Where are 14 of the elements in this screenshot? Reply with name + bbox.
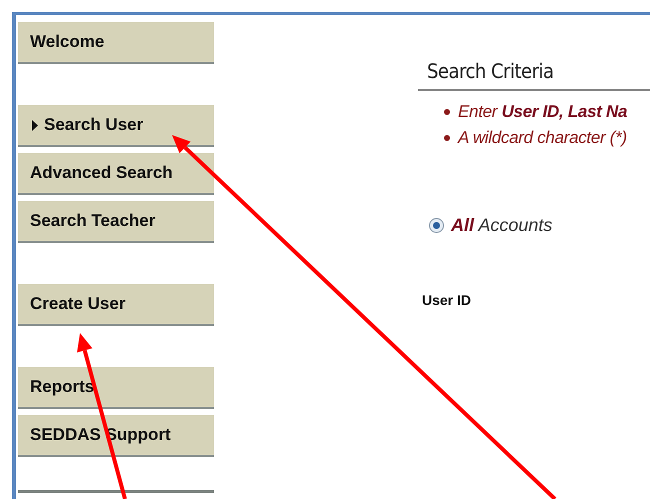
sidebar-item[interactable]: Search Teacher [18,201,214,243]
sidebar-item[interactable]: Advanced Search [18,153,214,195]
radio-label: All Accounts [451,215,552,236]
sidebar-item[interactable]: Welcome [18,22,214,64]
bullet-icon [444,109,450,115]
radio-button[interactable] [429,218,444,233]
instruction-text: Enter User ID, Last Na [458,102,628,122]
sidebar-item[interactable]: Reports [18,367,214,409]
sidebar-item[interactable]: Search User [18,105,214,147]
field-label: User ID [422,292,472,308]
section-title: Search Criteria [426,58,554,85]
sidebar-item[interactable]: Create User [18,284,214,326]
bullet-icon [444,135,450,141]
instruction-text: A wildcard character (*) [458,128,627,148]
